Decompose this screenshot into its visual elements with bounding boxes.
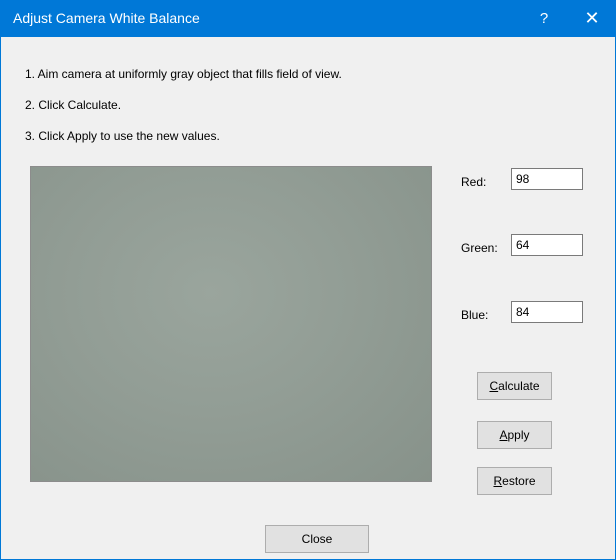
blue-label: Blue: (461, 308, 489, 322)
white-balance-dialog: Adjust Camera White Balance ? ✕ 1. Aim c… (0, 0, 616, 560)
calculate-label: alculate (498, 379, 540, 393)
restore-mnemonic: R (493, 474, 503, 488)
calculate-mnemonic: C (489, 379, 499, 393)
help-button[interactable]: ? (521, 1, 567, 37)
blue-field[interactable] (511, 301, 583, 323)
green-field[interactable] (511, 234, 583, 256)
title-bar[interactable]: Adjust Camera White Balance ? ✕ (1, 1, 615, 37)
calculate-button[interactable]: Calculate (477, 372, 552, 400)
instruction-step-3: 3. Click Apply to use the new values. (25, 129, 220, 143)
camera-preview (30, 166, 432, 482)
red-label: Red: (461, 175, 487, 189)
apply-mnemonic: A (499, 428, 508, 442)
close-button[interactable]: Close (265, 525, 369, 553)
apply-button[interactable]: Apply (477, 421, 552, 449)
instruction-step-2: 2. Click Calculate. (25, 98, 122, 112)
instruction-step-1: 1. Aim camera at uniformly gray object t… (25, 67, 342, 81)
apply-label: pply (507, 428, 530, 442)
close-icon: ✕ (584, 8, 600, 28)
dialog-title: Adjust Camera White Balance (13, 10, 200, 26)
title-close-button[interactable]: ✕ (569, 1, 615, 37)
help-icon: ? (539, 10, 549, 27)
restore-label: estore (502, 474, 536, 488)
restore-button[interactable]: Restore (477, 467, 552, 495)
red-field[interactable] (511, 168, 583, 190)
green-label: Green: (461, 241, 498, 255)
